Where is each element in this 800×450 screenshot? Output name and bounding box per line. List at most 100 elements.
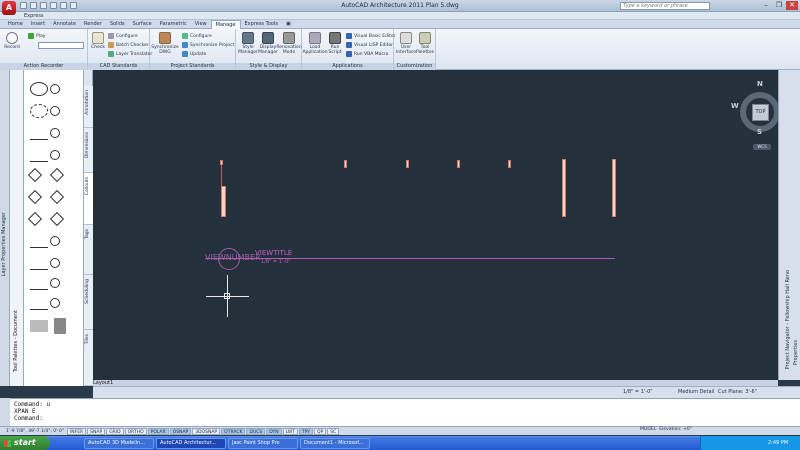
properties-tab[interactable]: Properties <box>793 340 799 365</box>
tab-annotation[interactable]: Annotation <box>84 86 93 128</box>
compass-west[interactable]: W <box>731 102 739 110</box>
project-navigator-tab[interactable]: Project Navigator - Fellowship Hall Reno <box>785 270 791 369</box>
search-input[interactable]: Type a keyword or phrase <box>620 2 710 10</box>
tab-express-tools[interactable]: Express Tools <box>241 20 282 29</box>
close-button[interactable]: ✕ <box>786 1 798 10</box>
synchronize-project-button[interactable]: Synchronize Project <box>182 42 234 48</box>
play-button[interactable]: Play <box>28 33 45 39</box>
minimize-button[interactable]: – <box>760 1 772 10</box>
callout-tool[interactable] <box>27 211 65 227</box>
annotation-scale[interactable]: 1/8" = 1'-0" <box>623 389 653 395</box>
wall-segment[interactable] <box>508 160 511 168</box>
command-window[interactable]: Command: u XPAN E Command: <box>10 398 800 426</box>
tab-manage[interactable]: Manage <box>210 20 241 29</box>
wcs-menu[interactable]: WCS <box>753 144 771 150</box>
wall-segment[interactable] <box>406 160 409 168</box>
callout-tool[interactable] <box>30 256 60 270</box>
wall-segment[interactable] <box>221 165 222 186</box>
toggle-snap[interactable]: SNAP <box>87 427 106 435</box>
wall-segment[interactable] <box>612 159 616 217</box>
toggle-grid[interactable]: GRID <box>106 427 124 435</box>
tab--[interactable]: ▣ <box>282 20 295 29</box>
configure-standards-button[interactable]: Configure <box>108 33 138 39</box>
synchronize-dwg-button[interactable]: Synchronize DWG <box>151 32 179 55</box>
callout-tool[interactable] <box>27 167 65 183</box>
callout-tool[interactable] <box>30 104 60 118</box>
wall-segment[interactable] <box>221 186 226 217</box>
taskbar-item[interactable]: Jasc Paint Shop Pro <box>228 438 298 449</box>
toggle-qp[interactable]: QP <box>314 427 327 435</box>
callout-tool[interactable] <box>30 318 66 334</box>
tab-dimensions[interactable]: Dimensions <box>84 128 93 173</box>
load-application-button[interactable]: Load Application <box>302 32 328 55</box>
style-manager-button[interactable]: Style Manager <box>238 32 258 55</box>
tab-tags[interactable]: Tags <box>84 225 93 275</box>
taskbar-item[interactable]: Document1 - Microsof... <box>300 438 370 449</box>
maximize-button[interactable]: ❐ <box>773 1 785 10</box>
renovation-mode-button[interactable]: Renovation Mode <box>276 32 302 55</box>
taskbar-item[interactable]: AutoCAD Architectur... <box>156 438 226 449</box>
viewcube-top-face[interactable]: TOP <box>752 104 769 121</box>
tool-palettes-button[interactable]: Tool Palettes <box>416 32 434 55</box>
command-prompt[interactable]: Command: <box>14 415 796 422</box>
display-manager-button[interactable]: Display Manager <box>258 32 278 55</box>
configure-project-button[interactable]: Configure <box>182 33 212 39</box>
compass-north[interactable]: N <box>757 80 763 88</box>
wall-segment[interactable] <box>344 160 347 168</box>
toggle-tpy[interactable]: TPY <box>298 427 314 435</box>
toggle-polar[interactable]: POLAR <box>147 427 169 435</box>
toggle-ortho[interactable]: ORTHO <box>124 427 147 435</box>
check-button[interactable]: Check <box>90 32 106 50</box>
run-vba-button[interactable]: Run VBA Macro <box>346 51 388 57</box>
callout-tool[interactable] <box>30 148 60 162</box>
toggle-lwt[interactable]: LWT <box>282 427 298 435</box>
toggle-dyn[interactable]: DYN <box>266 427 282 435</box>
tab-tiles[interactable]: Tiles <box>84 330 93 386</box>
drawing-canvas[interactable]: VIEWNUMBER VIEWTITLE 1/8" = 1'-0" TOP N … <box>93 70 785 380</box>
tab-parametric[interactable]: Parametric <box>156 20 191 29</box>
update-button[interactable]: Update <box>182 51 206 57</box>
toggle-osnap[interactable]: OSNAP <box>169 427 192 435</box>
layer-properties-strip[interactable]: Layer Properties Manager <box>0 70 10 386</box>
command-line-handle[interactable] <box>0 398 10 426</box>
callout-tool[interactable] <box>30 126 60 140</box>
wall-segment[interactable] <box>562 159 566 217</box>
tab-callouts[interactable]: Callouts <box>84 173 93 225</box>
display-configuration[interactable]: Medium Detail <box>678 389 714 395</box>
toggle-otrack[interactable]: OTRACK <box>221 427 246 435</box>
callout-tool[interactable] <box>30 296 60 310</box>
tab-render[interactable]: Render <box>80 20 106 29</box>
tab-surface[interactable]: Surface <box>129 20 156 29</box>
run-script-button[interactable]: Run Script <box>327 32 343 55</box>
callout-tool[interactable] <box>27 189 65 205</box>
tab-view[interactable]: View <box>191 20 211 29</box>
tab-annotate[interactable]: Annotate <box>49 20 80 29</box>
model-space-toggle[interactable]: MODEL <box>640 427 656 432</box>
wall-segment[interactable] <box>457 160 460 168</box>
macro-select[interactable] <box>38 42 84 49</box>
tab-insert[interactable]: Insert <box>27 20 49 29</box>
callout-tool[interactable] <box>30 276 60 290</box>
callout-tool[interactable] <box>30 234 60 248</box>
coordinate-readout[interactable]: 1'-9 7/8", 49'-7 1/4", 0'-0" <box>4 428 66 435</box>
layer-properties-label[interactable]: Layer Properties Manager <box>1 212 9 276</box>
tab-home[interactable]: Home <box>4 20 27 29</box>
callout-tool[interactable] <box>30 82 60 96</box>
compass-south[interactable]: S <box>757 128 762 136</box>
cut-plane[interactable]: Cut Plane: 3'-6" <box>718 389 757 395</box>
application-menu-button[interactable]: A <box>2 1 16 15</box>
batch-checker-button[interactable]: Batch Checker <box>108 42 149 48</box>
taskbar-item[interactable]: AutoCAD 3D Modelin... <box>84 438 154 449</box>
vb-editor-button[interactable]: Visual Basic Editor <box>346 33 396 39</box>
tool-palette-titlebar[interactable]: Tool Palettes - Document <box>10 70 24 386</box>
workspace-label[interactable]: Express <box>24 13 44 19</box>
toggle-infer[interactable]: INFER <box>66 427 87 435</box>
lisp-editor-button[interactable]: Visual LISP Editor <box>346 42 393 48</box>
toggle-ducs[interactable]: DUCS <box>246 427 266 435</box>
tab-solids[interactable]: Solids <box>106 20 129 29</box>
tab-scheduling[interactable]: Scheduling <box>84 275 93 330</box>
layer-translator-button[interactable]: Layer Translator <box>108 51 152 57</box>
toggle-3dosnap[interactable]: 3DOSNAP <box>192 427 221 435</box>
elevation-readout[interactable]: Elevation: +0" <box>659 427 692 432</box>
user-interface-button[interactable]: User Interface <box>396 32 416 55</box>
